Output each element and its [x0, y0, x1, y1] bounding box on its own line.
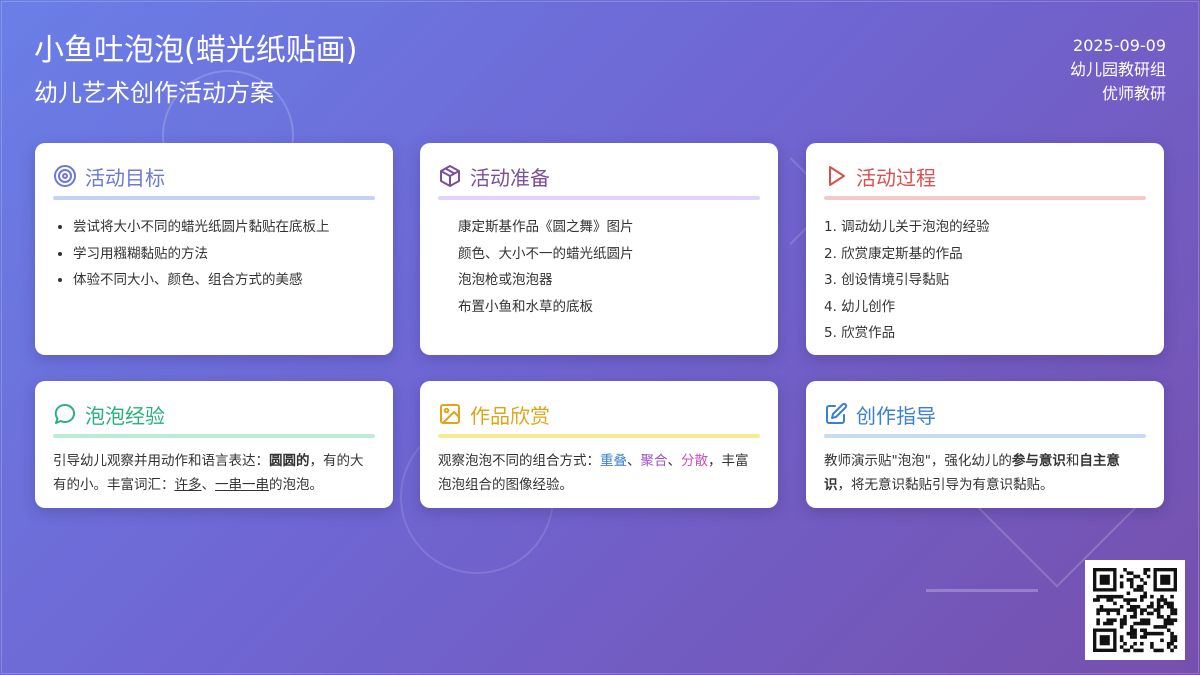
text-run: 和: [1065, 453, 1080, 469]
list-item: 泡泡枪或泡泡器: [458, 272, 553, 288]
brand-label: 优师教研: [1101, 84, 1166, 103]
emphasis-text: 圆圆的: [269, 453, 310, 469]
card-appreciation: 作品欣赏 观察泡泡不同的组合方式：重叠、聚合、分散，丰富泡泡组合的图像经验。: [420, 381, 778, 508]
card-rule: [438, 434, 760, 438]
list-item: 体验不同大小、颜色、组合方式的美感: [73, 267, 375, 294]
keyword-gather: 聚合: [640, 453, 668, 469]
date-label: 2025-09-09: [1073, 36, 1166, 55]
text-run: 的泡泡。: [269, 476, 323, 493]
card-experience: 泡泡经验 引导幼儿观察并用动作和语言表达：圆圆的，有的大有的小。丰富词汇：许多、…: [35, 381, 393, 508]
card-title: 活动目标: [85, 165, 165, 190]
text-run: ，将无意识黏贴引导为有意识黏贴。: [837, 476, 1054, 493]
process-list: 1. 调动幼儿关于泡泡的经验 2. 欣赏康定斯基的作品 3. 创设情境引导黏贴 …: [824, 214, 1146, 347]
guidance-text: 教师演示贴"泡泡"，强化幼儿的参与意识和自主意识，将无意识黏贴引导为有意识黏贴。: [824, 450, 1146, 497]
card-rule: [53, 196, 375, 200]
card-title: 泡泡经验: [85, 403, 165, 428]
image-icon: [440, 404, 460, 424]
box-icon: [440, 165, 460, 187]
page-title: 小鱼吐泡泡(蜡光纸贴画): [34, 33, 358, 68]
text-run: 、: [201, 476, 216, 493]
list-item: 1. 调动幼儿关于泡泡的经验: [824, 219, 990, 235]
card-rule: [438, 196, 760, 200]
card-title: 作品欣赏: [470, 403, 550, 428]
list-item: 尝试将大小不同的蜡光纸圆片黏贴在底板上: [73, 214, 375, 241]
card-title: 活动准备: [470, 165, 550, 190]
vocab-word: 许多: [174, 476, 202, 493]
text-run: 、: [627, 453, 641, 469]
prep-list: 康定斯基作品《圆之舞》图片 颜色、大小不一的蜡光纸圆片 泡泡枪或泡泡器 布置小鱼…: [438, 214, 760, 320]
card-rule: [824, 434, 1146, 438]
text-run: 引导幼儿观察并用动作和语言表达：: [53, 453, 269, 469]
card-rule: [824, 196, 1146, 200]
list-item: 学习用糨糊黏贴的方法: [73, 241, 375, 268]
target-icon: [54, 165, 76, 187]
keyword-overlap: 重叠: [600, 453, 627, 469]
qr-code-icon: [1085, 560, 1185, 660]
header: 小鱼吐泡泡(蜡光纸贴画) 幼儿艺术创作活动方案: [34, 30, 357, 110]
list-item: 5. 欣赏作品: [824, 325, 896, 341]
qr-code-graphic: [1093, 568, 1178, 653]
chat-bubble-icon: [54, 403, 76, 424]
edit-icon: [826, 402, 848, 424]
card-goal: 活动目标 尝试将大小不同的蜡光纸圆片黏贴在底板上 学习用糨糊黏贴的方法 体验不同…: [35, 143, 393, 355]
appreciation-text: 观察泡泡不同的组合方式：重叠、聚合、分散，丰富泡泡组合的图像经验。: [438, 450, 760, 497]
experience-text: 引导幼儿观察并用动作和语言表达：圆圆的，有的大有的小。丰富词汇：许多、一串一串的…: [53, 450, 375, 497]
emphasis-text: 参与意识: [1011, 453, 1066, 469]
decor-line: [926, 589, 1038, 592]
list-item: 3. 创设情境引导黏贴: [824, 272, 950, 288]
text-run: 观察泡泡不同的组合方式：: [438, 453, 600, 469]
list-item: 康定斯基作品《圆之舞》图片: [458, 219, 634, 235]
card-prep: 活动准备 康定斯基作品《圆之舞》图片 颜色、大小不一的蜡光纸圆片 泡泡枪或泡泡器…: [420, 143, 778, 355]
text-run: 教师演示贴"泡泡"，强化幼儿的: [824, 453, 1012, 469]
card-process: 活动过程 1. 调动幼儿关于泡泡的经验 2. 欣赏康定斯基的作品 3. 创设情境…: [806, 143, 1164, 355]
header-meta: 2025-09-09 幼儿园教研组 优师教研: [1070, 34, 1166, 106]
list-item: 布置小鱼和水草的底板: [458, 298, 593, 315]
card-title: 创作指导: [856, 403, 936, 428]
page-subtitle: 幼儿艺术创作活动方案: [34, 79, 274, 107]
card-rule: [53, 434, 375, 438]
card-guidance: 创作指导 教师演示贴"泡泡"，强化幼儿的参与意识和自主意识，将无意识黏贴引导为有…: [806, 381, 1164, 508]
text-run: 、: [667, 453, 682, 469]
keyword-scatter: 分散: [681, 453, 708, 469]
play-icon: [829, 166, 845, 186]
list-item: 2. 欣赏康定斯基的作品: [824, 245, 963, 262]
card-title: 活动过程: [856, 165, 936, 190]
vocab-word: 一串一串: [215, 476, 269, 493]
list-item: 4. 幼儿创作: [824, 298, 896, 315]
goal-list: 尝试将大小不同的蜡光纸圆片黏贴在底板上 学习用糨糊黏贴的方法 体验不同大小、颜色…: [53, 214, 375, 294]
org-label: 幼儿园教研组: [1069, 60, 1166, 79]
list-item: 颜色、大小不一的蜡光纸圆片: [458, 245, 634, 262]
